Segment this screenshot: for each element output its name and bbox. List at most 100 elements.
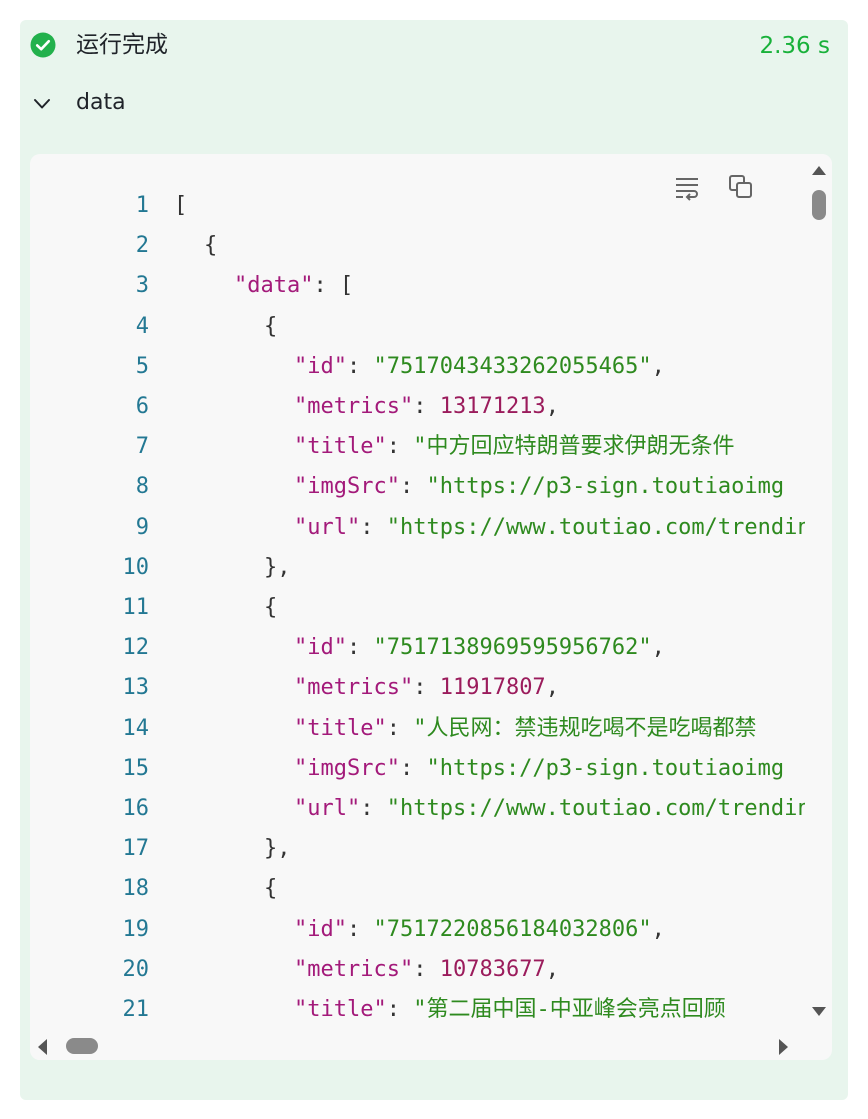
scroll-down-arrow-icon[interactable] (810, 1006, 828, 1018)
json-token-punc: , (651, 353, 665, 379)
run-status-text: 运行完成 (76, 32, 168, 58)
line-number: 5 (135, 353, 149, 379)
line-number: 14 (122, 715, 150, 741)
code-line: 15 "imgSrc": "https://p3-sign.toutiaoimg (30, 749, 805, 789)
json-token-str: "第二届中国-中亚峰会亮点回顾 (413, 997, 726, 1022)
code-content: "url": "https://www.toutiao.com/trending (294, 508, 805, 548)
code-line: 4{ (30, 307, 805, 347)
code-line: 2{ (30, 226, 805, 266)
horizontal-scrollbar[interactable] (30, 1034, 806, 1060)
json-token-str: "https://p3-sign.toutiaoimg (426, 474, 785, 500)
json-token-punc: { (264, 595, 278, 620)
vertical-scroll-thumb[interactable] (812, 190, 826, 220)
scroll-up-arrow-icon[interactable] (810, 164, 828, 176)
code-content: }, (264, 548, 291, 588)
elapsed-time: 2.36 s (759, 33, 830, 59)
json-token-punc: : (346, 635, 374, 661)
code-content: "imgSrc": "https://p3-sign.toutiaoimg (294, 749, 784, 789)
scroll-left-arrow-icon[interactable] (36, 1037, 48, 1057)
line-number: 18 (122, 876, 150, 902)
code-line: 14 "title": "人民网：禁违规吃喝不是吃喝都禁 (30, 709, 805, 749)
json-token-punc: : (413, 956, 440, 982)
json-token-punc: : (360, 796, 387, 821)
code-content: { (264, 869, 277, 909)
json-token-key: "imgSrc" (294, 474, 400, 500)
json-token-punc: : (346, 353, 374, 379)
json-token-num: 11917807 (439, 675, 546, 701)
line-number: 7 (135, 434, 149, 460)
code-area[interactable]: 1 [2{3 "data": [4{ 5 "id": "7517043433262055… (30, 186, 806, 1026)
code-content: "id": "7517043433262055465", (294, 347, 665, 387)
code-content: }, (264, 829, 291, 869)
json-token-punc: }, (264, 836, 291, 862)
code-content: { (264, 588, 277, 628)
code-content: "title": "中方回应特朗普要求伊朗无条件 (294, 427, 734, 467)
line-number: 8 (135, 474, 149, 500)
code-line: 8 "imgSrc": "https://p3-sign.toutiaoimg (30, 467, 805, 507)
code-line: 17}, (30, 829, 805, 869)
code-line: 6 "metrics": 13171213, (30, 387, 805, 427)
json-token-punc: : (413, 394, 440, 419)
data-section-toggle[interactable]: data (20, 86, 848, 122)
code-content: "id": "7517138969595956762", (294, 628, 665, 668)
json-token-punc: { (264, 313, 278, 339)
code-content: { (264, 307, 277, 347)
line-number: 21 (122, 997, 150, 1022)
code-line: 5 "id": "7517043433262055465", (30, 347, 805, 387)
json-token-key: "metrics" (294, 956, 414, 982)
chevron-down-icon (34, 99, 50, 109)
json-token-str: "7517220856184032806" (373, 916, 652, 942)
json-token-key: "url" (294, 514, 361, 540)
line-number: 6 (135, 394, 149, 419)
horizontal-scroll-thumb[interactable] (66, 1038, 98, 1054)
json-token-str: "7517043433262055465" (373, 353, 652, 379)
wrap-lines-icon[interactable] (672, 172, 702, 202)
code-content: { (204, 226, 217, 266)
line-number: 13 (122, 675, 150, 701)
json-token-punc: { (204, 233, 218, 259)
code-line: 18 { (30, 869, 805, 909)
code-line: 13 "metrics": 11917807, (30, 668, 805, 708)
json-token-key: "metrics" (294, 394, 414, 419)
section-label: data (76, 90, 126, 115)
json-token-punc: , (545, 956, 559, 982)
json-token-str: "https://p3-sign.toutiaoimg (426, 755, 785, 781)
json-viewer[interactable]: 1 [2{3 "data": [4{ 5 "id": "7517043433262055… (30, 154, 832, 1060)
code-content: "title": "人民网：禁违规吃喝不是吃喝都禁 (294, 709, 756, 749)
code-line: 21 "title": "第二届中国-中亚峰会亮点回顾 (30, 990, 805, 1026)
json-token-str: "中方回应特朗普要求伊朗无条件 (413, 434, 735, 460)
code-line: 10}, (30, 548, 805, 588)
code-line: 9 "url": "https://www.toutiao.com/trendin… (30, 508, 805, 548)
json-token-punc: : (360, 514, 387, 540)
json-token-str: "https://www.toutiao.com/trending (386, 796, 805, 821)
json-token-punc: : (413, 675, 440, 701)
json-token-punc: : (346, 916, 374, 942)
code-content: [ (174, 186, 187, 226)
copy-icon[interactable] (726, 172, 756, 202)
json-token-key: "title" (294, 715, 387, 741)
json-token-key: "url" (294, 796, 361, 821)
json-token-key: "id" (294, 916, 347, 942)
scroll-right-arrow-icon[interactable] (778, 1037, 790, 1057)
line-number: 19 (122, 916, 150, 942)
vertical-scrollbar[interactable] (806, 154, 832, 1034)
json-token-str: "https://www.toutiao.com/trending (386, 514, 805, 540)
code-line: 3 "data": [ (30, 266, 805, 306)
json-token-punc: , (651, 916, 665, 942)
code-line: 20 "metrics": 10783677, (30, 950, 805, 990)
line-number: 12 (122, 635, 150, 661)
json-token-key: "metrics" (294, 675, 414, 701)
code-content: "id": "7517220856184032806", (294, 910, 665, 950)
json-token-punc: { (264, 876, 278, 902)
line-number: 3 (135, 273, 149, 299)
line-number: 15 (122, 755, 150, 781)
json-token-punc: , (545, 394, 559, 419)
code-line: 16 "url": "https://www.toutiao.com/trendi… (30, 789, 806, 829)
line-number: 1 (135, 193, 149, 218)
code-line: 11 { (30, 588, 805, 628)
line-number: 16 (122, 796, 150, 821)
line-number: 9 (135, 514, 149, 540)
json-token-punc: : (386, 997, 414, 1022)
run-result-panel: 运行完成 2.36 s data 1 [2{3 "data": [4{ 5 "id": … (20, 20, 848, 1100)
code-line: 12 "id": "7517138969595956762", (30, 628, 805, 668)
